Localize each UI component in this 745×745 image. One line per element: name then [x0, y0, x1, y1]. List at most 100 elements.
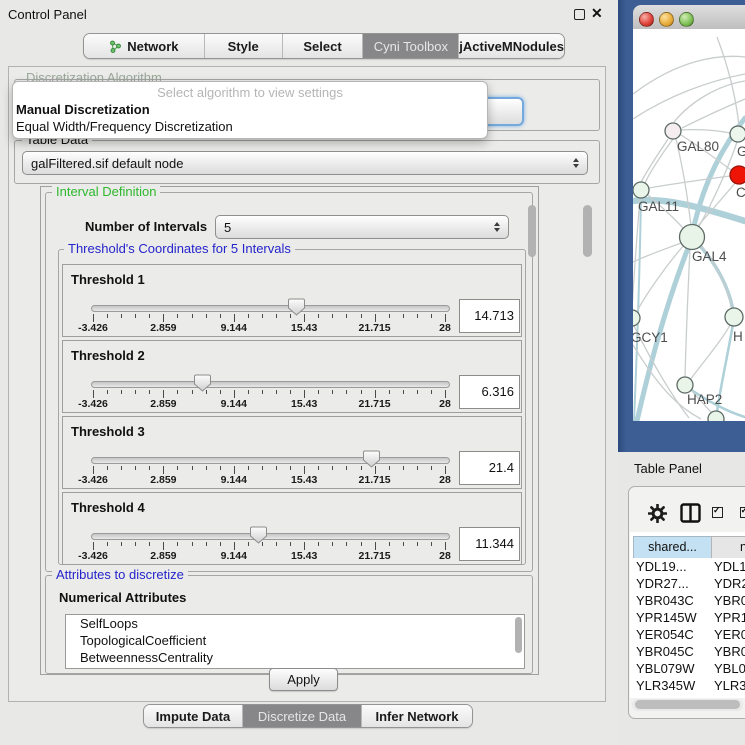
numerical-attribute-item[interactable]: BetweennessCentrality: [66, 649, 524, 666]
cyni-bottom-tabbar: Impute Data Discretize Data Infer Networ…: [143, 704, 473, 728]
attributes-group-title: Attributes to discretize: [52, 568, 188, 582]
numerical-attribute-item[interactable]: SelfLoops: [66, 615, 524, 632]
apply-button[interactable]: Apply: [269, 668, 338, 691]
popup-option-equal-width-frequency[interactable]: Equal Width/Frequency Discretization: [16, 119, 233, 134]
slider-tick-labels: -3.4262.8599.14415.4321.71528: [63, 322, 521, 334]
network-node-GAL80[interactable]: [665, 123, 681, 139]
slider-tick: [276, 466, 277, 470]
cell-name: YPR1: [714, 609, 745, 626]
threshold-value-field[interactable]: 11.344: [459, 527, 520, 561]
slider-tick: [346, 466, 347, 470]
slider-tick: [361, 466, 362, 470]
table-row[interactable]: YBL079WYBL0: [630, 660, 745, 677]
slider-tick: [149, 466, 150, 470]
column-header-shared[interactable]: shared...: [633, 536, 712, 559]
threshold-slider-track[interactable]: [91, 533, 450, 540]
slider-tick-label: 2.859: [133, 398, 193, 410]
tab-infer-network[interactable]: Infer Network: [361, 705, 472, 727]
slider-tick: [417, 466, 418, 470]
gear-icon[interactable]: [648, 504, 667, 523]
number-of-intervals-combobox[interactable]: 5: [215, 215, 509, 239]
network-node-HAP2[interactable]: [677, 377, 693, 393]
slider-tick: [318, 390, 319, 394]
close-traffic-light[interactable]: [639, 12, 654, 27]
checkbox-icon[interactable]: [740, 507, 745, 518]
float-window-icon[interactable]: [574, 9, 585, 20]
popup-option-manual-discretization[interactable]: Manual Discretization: [16, 102, 150, 117]
table-row[interactable]: YER054CYER0: [630, 626, 745, 643]
table-panel-title: Table Panel: [634, 461, 702, 476]
slider-tick-label: 2.859: [133, 322, 193, 334]
slider-tick: [318, 542, 319, 546]
tab-select[interactable]: Select: [282, 34, 363, 58]
threshold-value-field[interactable]: 21.4: [459, 451, 520, 485]
slider-tick: [206, 542, 207, 546]
attributes-list-scrollbar[interactable]: [515, 617, 522, 653]
viewport-scrollbar[interactable]: [528, 205, 536, 257]
threshold-slider-track[interactable]: [91, 457, 450, 464]
tab-impute-data[interactable]: Impute Data: [144, 705, 242, 727]
tab-network[interactable]: Network: [84, 34, 204, 58]
slider-tick: [163, 542, 164, 550]
slider-tick-label: 15.43: [274, 474, 334, 486]
table-hscrollbar[interactable]: [635, 700, 740, 709]
network-node-GAL-partial[interactable]: [730, 126, 745, 142]
minimize-traffic-light[interactable]: [659, 12, 674, 27]
network-canvas[interactable]: GAL80GACGAL11GAL4GCY1HHAP2: [633, 29, 745, 421]
slider-tick: [332, 466, 333, 470]
threshold-slider-track[interactable]: [91, 305, 450, 312]
slider-tick-labels: -3.4262.8599.14415.4321.71528: [63, 474, 521, 486]
threshold-value-field[interactable]: 14.713: [459, 299, 520, 333]
slider-tick-label: 15.43: [274, 550, 334, 562]
slider-tick-label: 21.715: [345, 474, 405, 486]
slider-tick: [290, 314, 291, 318]
algorithm-popup: Select algorithm to view settings Manual…: [12, 81, 488, 139]
network-node-label: HAP2: [687, 392, 722, 407]
slider-tick: [375, 314, 376, 322]
slider-tick-labels: -3.4262.8599.14415.4321.71528: [63, 550, 521, 562]
slider-tick-label: 9.144: [204, 322, 264, 334]
table-row[interactable]: YIL053CYIL0: [630, 694, 745, 698]
tab-cyni-toolbox[interactable]: Cyni Toolbox: [362, 34, 458, 58]
network-node-label: C: [736, 185, 745, 200]
tab-discretize-data[interactable]: Discretize Data: [242, 705, 361, 727]
slider-tick: [93, 390, 94, 398]
network-node-bottom-node[interactable]: [708, 411, 724, 421]
slider-tick: [192, 314, 193, 318]
cell-shared-name: YBR043C: [636, 592, 694, 609]
network-node-H-partial[interactable]: [725, 308, 743, 326]
network-node-label: GA: [737, 144, 745, 159]
number-of-intervals-value: 5: [224, 220, 231, 235]
network-node-red-node[interactable]: [730, 166, 745, 184]
tab-jactivemnodules[interactable]: jActiveMNodules: [458, 34, 564, 58]
close-icon[interactable]: ✕: [591, 5, 603, 22]
network-node-GAL4[interactable]: [680, 225, 705, 250]
slider-tick: [389, 542, 390, 546]
slider-tick: [163, 390, 164, 398]
table-row[interactable]: YBR043CYBR0: [630, 592, 745, 609]
table-row[interactable]: YDL19...YDL1: [630, 558, 745, 575]
tab-style[interactable]: Style: [204, 34, 282, 58]
slider-tick: [332, 542, 333, 546]
slider-tick: [431, 542, 432, 546]
slider-tick: [121, 390, 122, 394]
table-row[interactable]: YLR345WYLR3: [630, 677, 745, 694]
threshold-slider-track[interactable]: [91, 381, 450, 388]
cell-shared-name: YBL079W: [636, 660, 695, 677]
threshold-value-field[interactable]: 6.316: [459, 375, 520, 409]
table-row[interactable]: YBR045CYBR0: [630, 643, 745, 660]
numerical-attribute-item[interactable]: TopologicalCoefficient: [66, 632, 524, 649]
column-header-name[interactable]: na: [711, 536, 745, 559]
slider-tick: [403, 390, 404, 394]
slider-tick: [177, 542, 178, 546]
panel-scrollbar[interactable]: [583, 205, 592, 257]
split-columns-icon[interactable]: [680, 503, 701, 524]
table-row[interactable]: YDR27...YDR2: [630, 575, 745, 592]
table-row[interactable]: YPR145WYPR1: [630, 609, 745, 626]
slider-tick-label: -3.426: [63, 550, 123, 562]
checkbox-icon[interactable]: [712, 507, 723, 518]
zoom-traffic-light[interactable]: [679, 12, 694, 27]
slider-tick: [389, 466, 390, 470]
table-data-combobox[interactable]: galFiltered.sif default node: [22, 151, 588, 175]
network-node-GAL11[interactable]: [633, 182, 649, 198]
